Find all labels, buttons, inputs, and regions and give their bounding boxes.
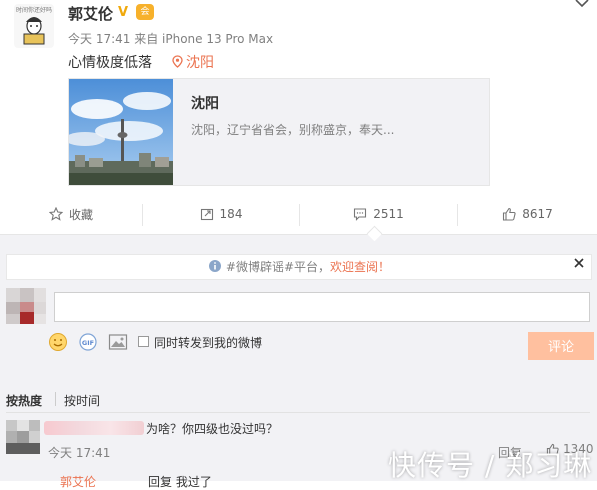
emoji-icon[interactable] bbox=[48, 332, 68, 352]
card-description: 沈阳，辽宁省省会，别称盛京，奉天... bbox=[191, 123, 395, 137]
city-photo bbox=[69, 79, 173, 185]
author-name[interactable]: 郭艾伦 bbox=[68, 3, 113, 24]
info-icon bbox=[208, 260, 221, 272]
star-icon bbox=[48, 207, 63, 221]
comment-count: 2511 bbox=[373, 207, 404, 221]
repost-icon bbox=[200, 208, 213, 221]
sort-by-hot[interactable]: 按热度 bbox=[6, 392, 42, 409]
my-avatar bbox=[6, 288, 46, 324]
notice-text: #微博辟谣#平台， bbox=[225, 260, 331, 274]
chevron-down-icon[interactable] bbox=[575, 0, 589, 12]
location-pin-icon bbox=[172, 55, 183, 68]
svg-text:GIF: GIF bbox=[82, 339, 94, 347]
watermark-text: 快传号 / 郑习琳 bbox=[388, 449, 593, 482]
like-button[interactable]: 8617 bbox=[458, 196, 597, 232]
commenter-avatar[interactable] bbox=[6, 420, 40, 454]
gif-icon[interactable]: GIF bbox=[78, 333, 98, 351]
favorite-button[interactable]: 收藏 bbox=[0, 196, 142, 232]
reply-text: 回复 我过了 bbox=[148, 475, 212, 489]
location-tag-label: 沈阳 bbox=[186, 55, 214, 71]
like-count: 8617 bbox=[522, 207, 553, 221]
comment-button[interactable]: 2511 bbox=[300, 196, 457, 232]
submit-comment-button[interactable]: 评论 bbox=[528, 332, 594, 360]
location-card[interactable]: 沈阳 沈阳，辽宁省省会，别称盛京，奉天... bbox=[68, 78, 490, 186]
card-title: 沈阳 bbox=[191, 96, 219, 112]
thumbs-up-icon bbox=[503, 207, 516, 221]
location-tag[interactable]: 沈阳 bbox=[172, 52, 214, 72]
comment-icon bbox=[354, 208, 367, 221]
also-repost-checkbox[interactable] bbox=[138, 336, 149, 347]
sort-by-time[interactable]: 按时间 bbox=[64, 392, 100, 409]
sort-underline bbox=[6, 412, 590, 413]
close-icon[interactable] bbox=[574, 256, 584, 272]
repost-count: 184 bbox=[219, 207, 243, 221]
post-meta: 今天 17:41 来自 iPhone 13 Pro Max bbox=[68, 32, 274, 46]
rumor-notice: #微博辟谣#平台，欢迎查阅！ bbox=[6, 254, 592, 280]
sort-divider bbox=[55, 392, 56, 406]
also-repost-label[interactable]: 同时转发到我的微博 bbox=[154, 334, 262, 351]
verified-icon: V bbox=[118, 5, 129, 20]
post-text: 心情极度低落 bbox=[68, 55, 152, 71]
author-avatar[interactable]: 时间你还好吗 bbox=[14, 4, 54, 48]
commenter-name-redacted bbox=[44, 421, 144, 435]
comment-text: 为啥？你四级也没过吗？ bbox=[146, 422, 279, 436]
favorite-label: 收藏 bbox=[68, 207, 93, 222]
action-bar: 收藏 184 2511 8617 bbox=[0, 196, 597, 232]
comment-time: 今天 17:41 bbox=[48, 446, 111, 460]
member-badge-icon[interactable]: 会 bbox=[136, 4, 154, 20]
image-icon[interactable] bbox=[108, 333, 128, 351]
reply-author-name[interactable]: 郭艾伦 bbox=[60, 473, 96, 490]
notice-link[interactable]: 欢迎查阅！ bbox=[330, 260, 390, 274]
repost-button[interactable]: 184 bbox=[143, 196, 299, 232]
comment-input[interactable] bbox=[54, 292, 590, 322]
